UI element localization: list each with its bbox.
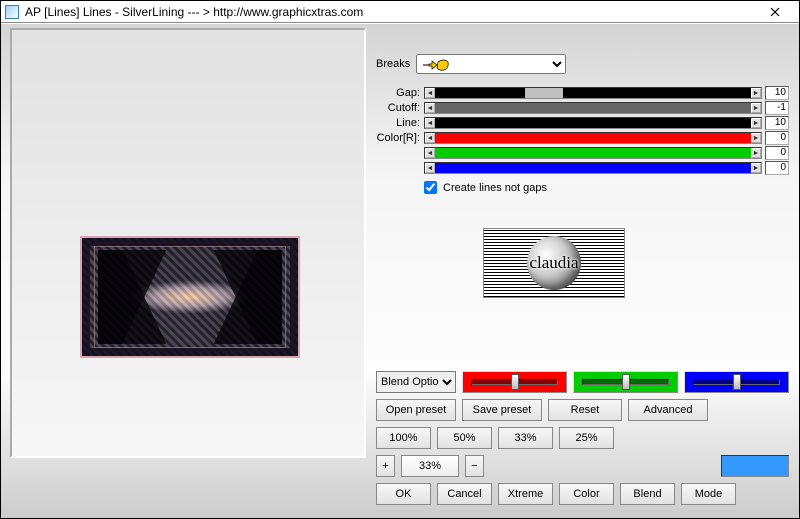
arrow-left-icon[interactable]: ◄ [425,133,435,143]
save-preset-button[interactable]: Save preset [462,399,542,421]
zoom-out-button[interactable]: − [465,455,484,477]
preview-panel [10,28,366,458]
open-preset-button[interactable]: Open preset [376,399,456,421]
zoom-25-button[interactable]: 25% [559,427,614,449]
arrow-left-icon[interactable]: ◄ [425,163,435,173]
blue-slider[interactable] [684,371,789,393]
bottom-deck: Blend Options Open preset Save preset Re… [376,371,789,505]
advanced-button[interactable]: Advanced [628,399,708,421]
arrow-left-icon[interactable]: ◄ [425,148,435,158]
color-swatch[interactable] [721,455,789,477]
app-window: AP [Lines] Lines - SilverLining --- > ht… [0,0,800,519]
zoom-presets-row: 100% 50% 33% 25% [376,427,789,449]
breaks-row: Breaks [376,54,789,74]
zoom-stepper-row: + 33% − [376,455,789,477]
line-slider[interactable]: ◄ ► [424,117,762,129]
green-slider[interactable] [573,371,678,393]
brand-text: claudia [529,253,578,273]
color-b-slider[interactable]: ◄ ► [424,162,762,174]
close-button[interactable] [755,2,795,22]
client-area: Breaks Gap: ◄ ► 10 [1,23,799,518]
reset-button[interactable]: Reset [548,399,622,421]
color-g-slider[interactable]: ◄ ► [424,147,762,159]
blend-row: Blend Options [376,371,789,393]
zoom-33-button[interactable]: 33% [498,427,553,449]
create-lines-checkbox[interactable]: Create lines not gaps [376,181,789,194]
create-lines-label: Create lines not gaps [443,182,547,194]
mode-button[interactable]: Mode [681,483,736,505]
line-row: Line: ◄ ► 10 [376,116,789,130]
arrow-left-icon[interactable]: ◄ [425,103,435,113]
cancel-button[interactable]: Cancel [437,483,492,505]
window-title: AP [Lines] Lines - SilverLining --- > ht… [25,5,755,19]
line-value[interactable]: 10 [765,116,789,130]
color-r-row: Color[R]: ◄ ► 0 [376,131,789,145]
red-slider[interactable] [462,371,567,393]
zoom-50-button[interactable]: 50% [437,427,492,449]
gap-row: Gap: ◄ ► 10 [376,86,789,100]
blend-button[interactable]: Blend [620,483,675,505]
color-g-value[interactable]: 0 [765,146,789,160]
zoom-in-button[interactable]: + [376,455,395,477]
zoom-100-button[interactable]: 100% [376,427,431,449]
gap-value[interactable]: 10 [765,86,789,100]
color-label: Color[R]: [376,132,420,144]
controls-panel: Breaks Gap: ◄ ► 10 [376,54,789,194]
gap-label: Gap: [376,87,420,99]
arrow-right-icon[interactable]: ► [751,118,761,128]
gap-slider[interactable]: ◄ ► [424,87,762,99]
arrow-left-icon[interactable]: ◄ [425,118,435,128]
close-icon [770,7,780,17]
arrow-right-icon[interactable]: ► [751,163,761,173]
color-b-row: ◄ ► 0 [376,161,789,175]
color-r-slider[interactable]: ◄ ► [424,132,762,144]
preset-row: Open preset Save preset Reset Advanced [376,399,789,421]
cutoff-row: Cutoff: ◄ ► -1 [376,101,789,115]
color-button[interactable]: Color [559,483,614,505]
arrow-right-icon[interactable]: ► [751,103,761,113]
titlebar[interactable]: AP [Lines] Lines - SilverLining --- > ht… [1,1,799,23]
color-b-value[interactable]: 0 [765,161,789,175]
action-row: OK Cancel Xtreme Color Blend Mode [376,483,789,505]
cutoff-label: Cutoff: [376,102,420,114]
breaks-select[interactable] [416,54,566,74]
xtreme-button[interactable]: Xtreme [498,483,553,505]
color-r-value[interactable]: 0 [765,131,789,145]
color-g-row: ◄ ► 0 [376,146,789,160]
zoom-value[interactable]: 33% [401,455,459,477]
arrow-right-icon[interactable]: ► [751,148,761,158]
blend-options-select[interactable]: Blend Options [376,371,456,393]
breaks-label: Breaks [376,58,410,70]
arrow-left-icon[interactable]: ◄ [425,88,435,98]
create-lines-check[interactable] [424,181,437,194]
arrow-right-icon[interactable]: ► [751,88,761,98]
cutoff-slider[interactable]: ◄ ► [424,102,762,114]
line-label: Line: [376,117,420,129]
cutoff-value[interactable]: -1 [765,101,789,115]
brand-logo: claudia [483,228,625,298]
preview-image[interactable] [80,236,300,358]
ok-button[interactable]: OK [376,483,431,505]
arrow-right-icon[interactable]: ► [751,133,761,143]
app-icon [5,5,19,19]
